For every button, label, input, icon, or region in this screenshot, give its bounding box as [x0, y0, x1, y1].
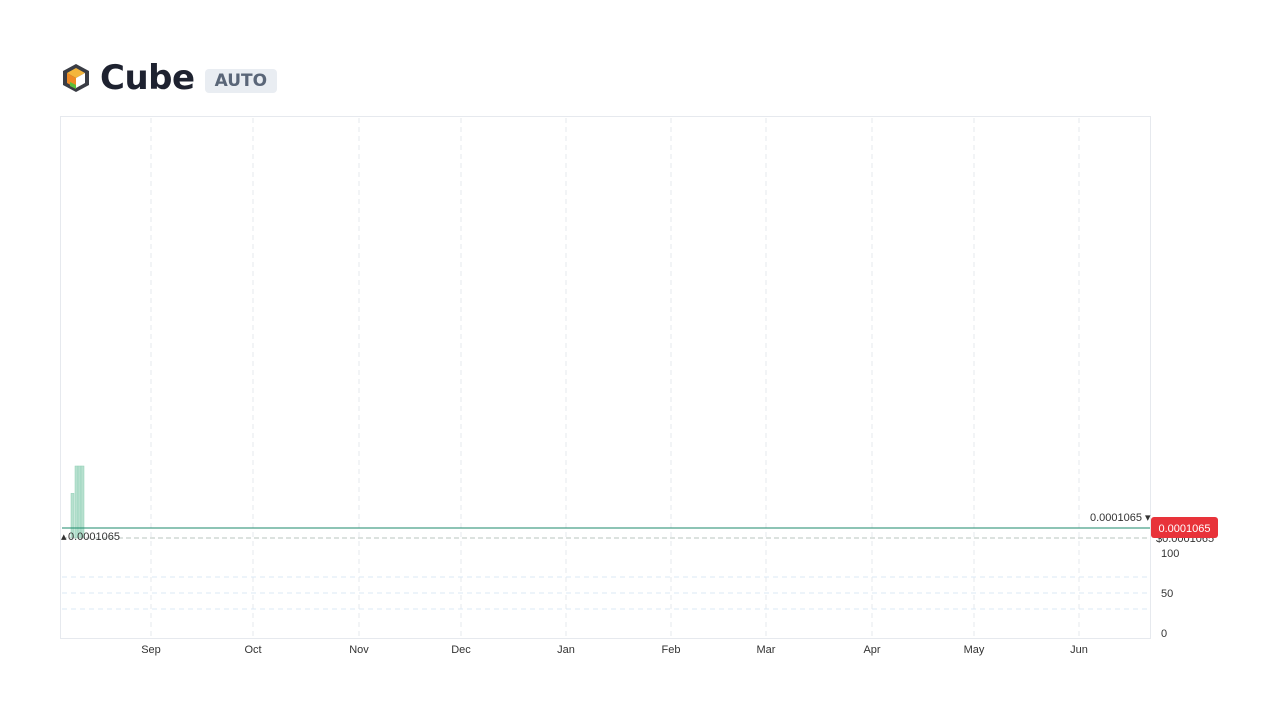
x-tick-label: Oct [244, 644, 261, 656]
current-price-badge: 0.0001065 [1151, 517, 1218, 538]
x-tick-label: Jun [1070, 644, 1088, 656]
volume-tick-label: 0 [1161, 628, 1167, 640]
x-tick-label: Feb [662, 644, 681, 656]
volume-axis: 100 50 0 [1161, 548, 1179, 640]
volume-tick-label: 100 [1161, 548, 1179, 560]
low-price-arrow: ▴ [61, 531, 67, 543]
x-tick-label: Mar [757, 644, 776, 656]
high-price-arrow: ▾ [1145, 512, 1151, 524]
x-tick-label: Apr [863, 644, 880, 656]
x-tick-label: Nov [349, 644, 369, 656]
plot-area [60, 116, 1151, 639]
x-axis: Sep Oct Nov Dec Jan Feb Mar Apr May Jun [141, 644, 1088, 656]
volume-bar [74, 465, 79, 539]
x-tick-label: Sep [141, 644, 161, 656]
price-chart[interactable]: 0.0001065 ▾ ▴ 0.0001065 $0.0001065 0.000… [0, 0, 1280, 720]
x-tick-label: Jan [557, 644, 575, 656]
volume-tick-label: 50 [1161, 588, 1173, 600]
volume-bar [77, 465, 82, 539]
x-tick-label: May [964, 644, 985, 656]
low-price-label: 0.0001065 [68, 531, 120, 543]
volume-bar [80, 465, 85, 539]
current-price-label: 0.0001065 [1159, 523, 1211, 535]
x-tick-label: Dec [451, 644, 471, 656]
high-price-label: 0.0001065 [1090, 512, 1142, 524]
